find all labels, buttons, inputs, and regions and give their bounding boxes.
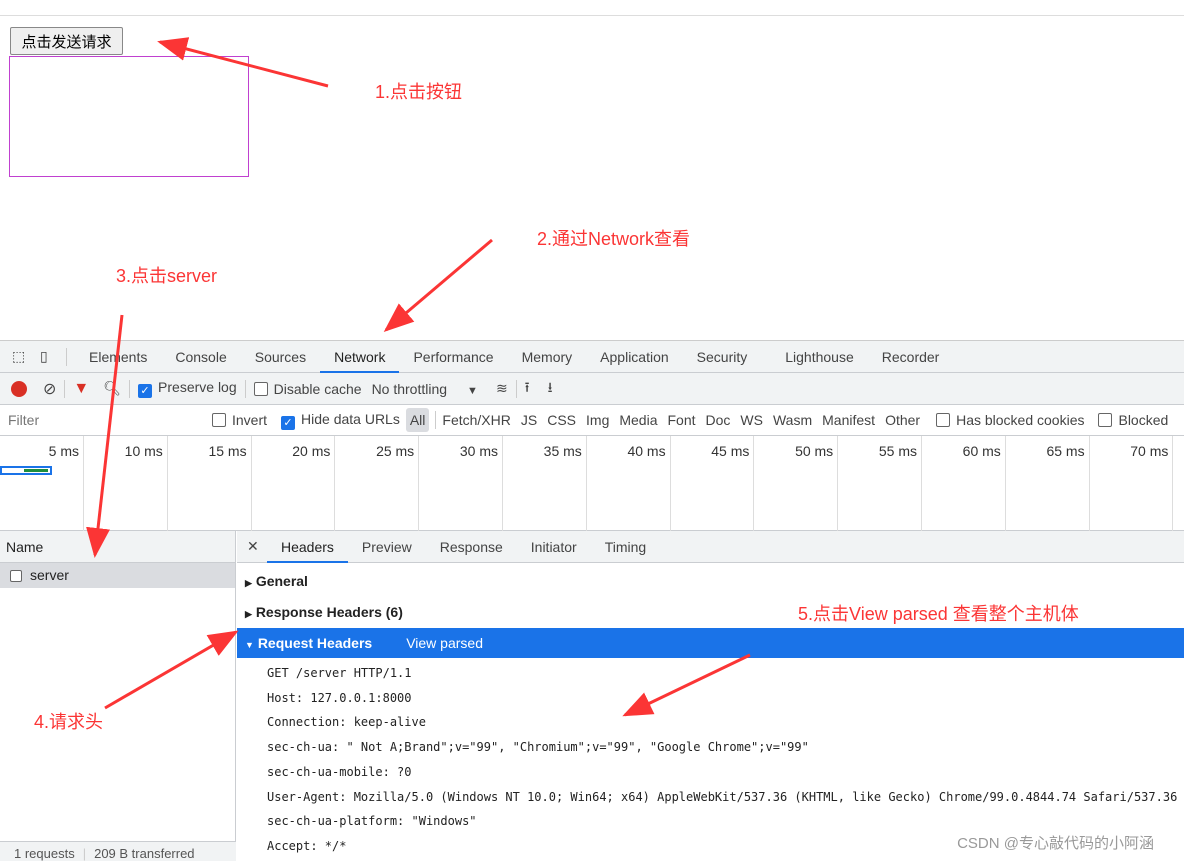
arrow-1 (157, 37, 329, 88)
arrow-2 (383, 238, 493, 332)
arrow-5 (622, 653, 751, 717)
watermark: CSDN @专心敲代码的小阿涵 (957, 835, 1154, 852)
arrow-3 (86, 314, 124, 558)
arrow-4 (104, 630, 239, 710)
annotation-arrows (86, 37, 751, 717)
